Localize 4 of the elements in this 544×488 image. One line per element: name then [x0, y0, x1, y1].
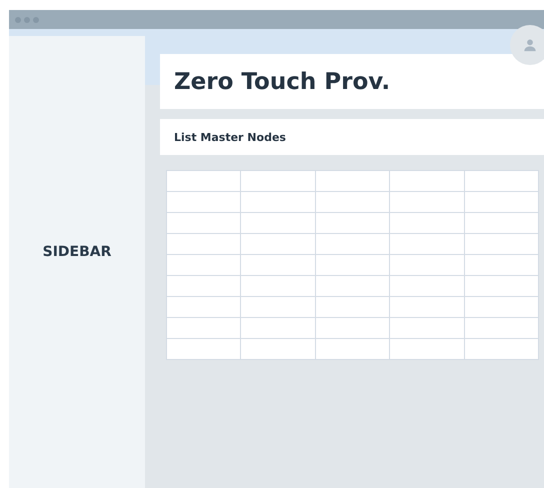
page-title: Zero Touch Prov.	[174, 68, 390, 94]
section-title: List Master Nodes	[174, 130, 286, 144]
user-icon	[523, 38, 537, 52]
sidebar-label: SIDEBAR	[42, 244, 112, 260]
